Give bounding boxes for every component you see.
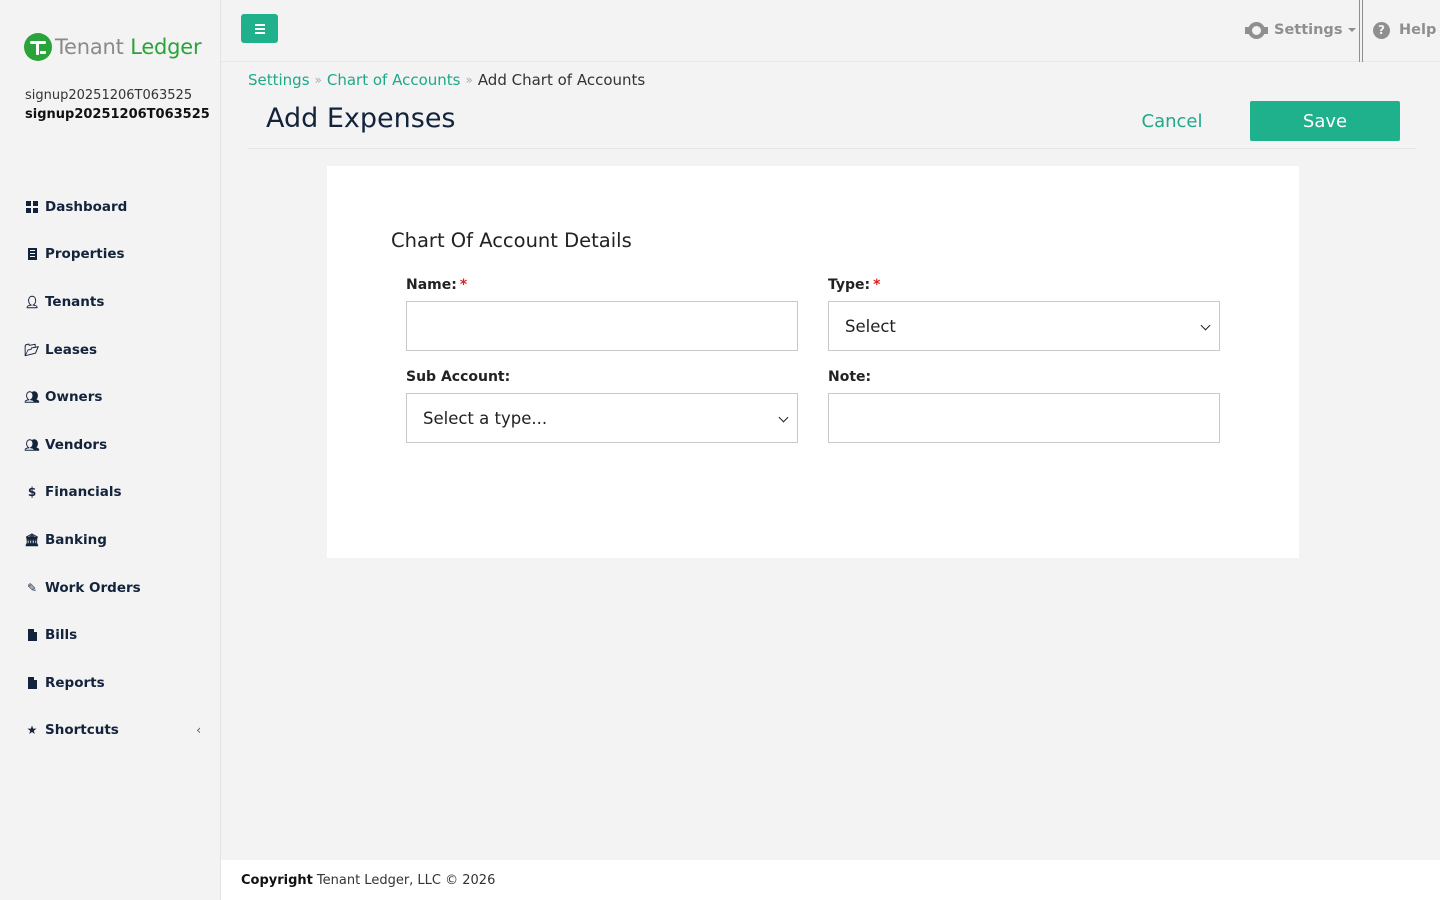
- question-circle-icon: ?: [1373, 21, 1390, 39]
- sidebar-item-shortcuts[interactable]: ★ Shortcuts ‹: [0, 707, 221, 755]
- sidebar-item-bills[interactable]: Bills: [0, 611, 221, 659]
- building-icon: [25, 248, 39, 261]
- sidebar-nav: Dashboard Properties 👤︎ Tenants 📂︎ Lease…: [0, 183, 221, 754]
- file-icon: [25, 676, 39, 689]
- note-label: Note:: [828, 369, 872, 385]
- sidebar-item-vendors[interactable]: 👥︎ Vendors: [0, 421, 221, 469]
- sidebar-item-owners[interactable]: 👥︎ Owners: [0, 373, 221, 421]
- chevron-down-icon: [778, 412, 789, 423]
- note-input[interactable]: [828, 393, 1220, 443]
- breadcrumb-settings[interactable]: Settings: [248, 71, 310, 89]
- sub-account-label: Sub Account:: [406, 369, 511, 385]
- chart-of-account-form: Chart Of Account Details Name: * Type: * S…: [327, 166, 1299, 558]
- required-mark: *: [873, 277, 881, 293]
- name-label: Name: *: [406, 277, 468, 293]
- bank-icon: 🏛︎: [24, 532, 40, 547]
- type-select[interactable]: Select: [828, 301, 1220, 351]
- caret-down-icon: [1348, 28, 1357, 32]
- sidebar-item-tenants[interactable]: 👤︎ Tenants: [0, 278, 221, 326]
- file-icon: [25, 629, 39, 642]
- user-icon: 👤︎: [24, 294, 40, 309]
- dollar-icon: $: [27, 485, 37, 500]
- sidebar-item-label: Owners: [45, 389, 103, 406]
- sidebar-item-label: Leases: [45, 341, 98, 358]
- sidebar-item-label: Work Orders: [45, 579, 141, 596]
- breadcrumb-current: Add Chart of Accounts: [477, 71, 646, 89]
- settings-menu-label: Settings: [1274, 22, 1343, 38]
- sidebar-item-label: Shortcuts: [45, 722, 119, 739]
- help-link[interactable]: ? Help: [1373, 18, 1436, 42]
- type-select-value: Select: [845, 316, 896, 336]
- sub-account-select-value: Select a type...: [423, 408, 548, 428]
- name-input[interactable]: [406, 301, 798, 351]
- logo-icon: [24, 33, 52, 61]
- type-label: Type: *: [828, 277, 881, 293]
- folder-open-icon: 📂︎: [24, 342, 40, 357]
- user-account: signup20251206T063525: [25, 107, 210, 122]
- title-divider: [248, 148, 1416, 149]
- logo-text: Tenant Ledger: [55, 35, 202, 59]
- user-name: signup20251206T063525: [25, 88, 193, 103]
- page-title: Add Expenses: [266, 103, 456, 134]
- sidebar-item-label: Vendors: [45, 436, 108, 453]
- sidebar-item-label: Financials: [45, 484, 122, 501]
- help-label: Help: [1399, 22, 1437, 38]
- sidebar-item-label: Reports: [45, 674, 105, 691]
- star-icon: ★: [26, 723, 38, 738]
- chevron-down-icon: [1200, 320, 1211, 331]
- sidebar-item-label: Dashboard: [45, 198, 128, 215]
- sub-account-select[interactable]: Select a type...: [406, 393, 798, 443]
- breadcrumb: Settings » Chart of Accounts » Add Chart…: [248, 69, 645, 91]
- breadcrumb-separator-icon: »: [314, 73, 322, 87]
- copyright-text: Tenant Ledger, LLC © 2026: [316, 872, 496, 888]
- sidebar-item-label: Bills: [45, 627, 78, 644]
- sidebar-item-label: Properties: [45, 246, 125, 263]
- edit-icon: ✎: [26, 580, 38, 595]
- topbar-divider: [1359, 0, 1363, 62]
- sidebar: Tenant Ledger signup20251206T063525 sign…: [0, 0, 221, 900]
- menu-toggle-button[interactable]: [241, 14, 278, 43]
- breadcrumb-chart-of-accounts[interactable]: Chart of Accounts: [327, 71, 461, 89]
- sidebar-item-dashboard[interactable]: Dashboard: [0, 183, 221, 231]
- sidebar-item-properties[interactable]: Properties: [0, 231, 221, 279]
- topbar: Settings ? Help: [221, 0, 1440, 62]
- dashboard-icon: [25, 200, 39, 213]
- sidebar-item-label: Banking: [45, 531, 107, 548]
- save-button[interactable]: Save: [1250, 101, 1400, 141]
- gear-icon: [1245, 21, 1268, 39]
- sidebar-item-reports[interactable]: Reports: [0, 659, 221, 707]
- footer: Copyright Tenant Ledger, LLC © 2026: [221, 860, 1440, 900]
- required-mark: *: [459, 277, 468, 293]
- logo[interactable]: Tenant Ledger: [24, 31, 202, 63]
- hamburger-icon: [254, 23, 265, 26]
- copyright-label: Copyright: [241, 872, 313, 888]
- sidebar-item-financials[interactable]: $ Financials: [0, 469, 221, 517]
- sidebar-item-label: Tenants: [45, 293, 105, 310]
- users-icon: 👥︎: [24, 390, 40, 405]
- sidebar-item-leases[interactable]: 📂︎ Leases: [0, 326, 221, 374]
- breadcrumb-separator-icon: »: [465, 73, 473, 87]
- users-icon: 👥︎: [24, 437, 40, 452]
- chevron-left-icon[interactable]: ‹: [196, 723, 201, 737]
- sidebar-item-banking[interactable]: 🏛︎ Banking: [0, 516, 221, 564]
- settings-menu[interactable]: Settings: [1245, 18, 1357, 42]
- section-title: Chart Of Account Details: [391, 229, 632, 252]
- cancel-button[interactable]: Cancel: [1126, 101, 1218, 141]
- sidebar-item-work-orders[interactable]: ✎ Work Orders: [0, 564, 221, 612]
